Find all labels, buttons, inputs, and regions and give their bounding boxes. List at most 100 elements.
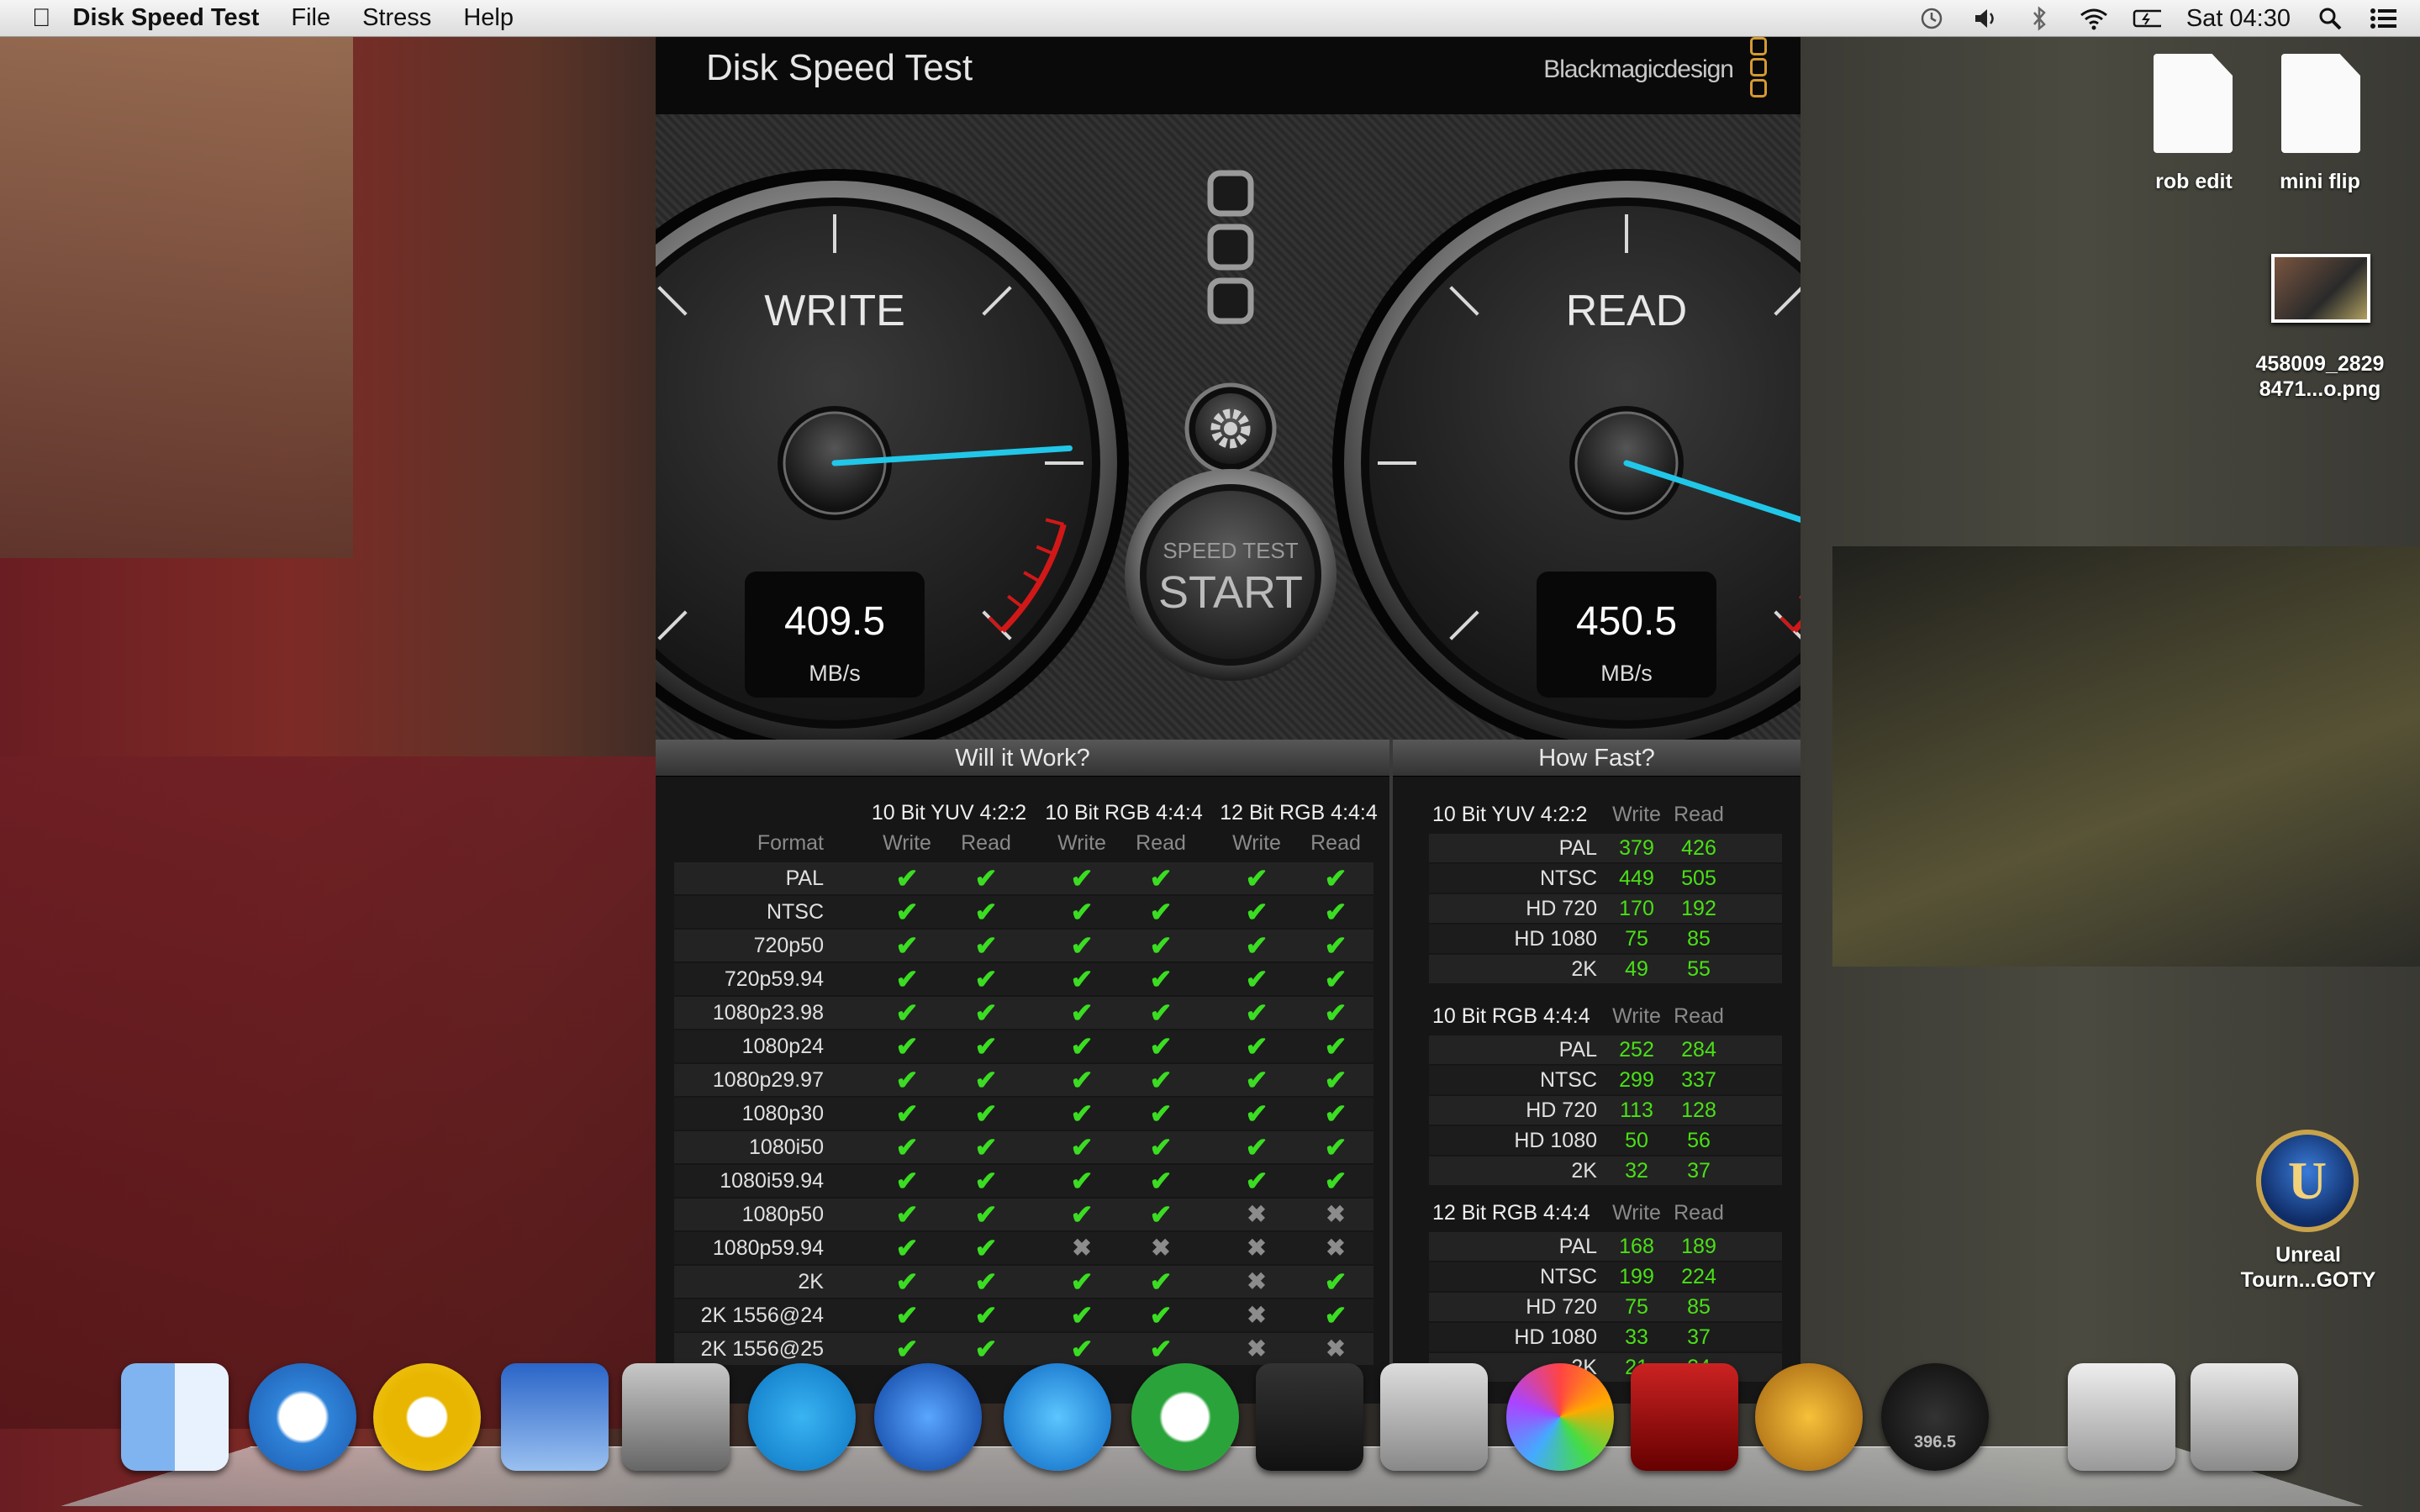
preview-grab-icon[interactable] [1380,1363,1488,1471]
photo-booth-icon[interactable] [1631,1363,1738,1471]
finder-icon[interactable] [121,1363,229,1471]
skype-icon[interactable] [748,1363,856,1471]
cross-icon: ✖ [1326,1201,1346,1227]
format-name: HD 720 [1526,1098,1597,1122]
section-title: 12 Bit RGB 4:4:4 [1432,1201,1590,1225]
check-icon: ✔ [1070,964,1094,994]
check-icon: ✔ [1245,1098,1268,1129]
write-speed: 33 [1625,1325,1648,1349]
desktop-icon-label[interactable]: Unreal Tourn...GOTY [2219,1242,2397,1293]
disk-speed-icon[interactable]: 396.5 [1881,1363,1989,1471]
final-cut-icon[interactable] [1256,1363,1363,1471]
image-file-icon[interactable] [2271,254,2370,323]
start-button-top-label[interactable]: SPEED TEST [1147,538,1315,564]
format-name: 1080p50 [741,1203,824,1226]
section-title: 10 Bit YUV 4:2:2 [1432,803,1588,826]
volume-icon[interactable] [1971,4,2000,33]
check-icon: ✔ [1324,897,1347,927]
check-icon: ✔ [1324,998,1347,1028]
motion-icon[interactable] [1506,1363,1614,1471]
gear-icon[interactable] [1184,382,1277,475]
check-icon: ✔ [974,964,998,994]
check-icon: ✔ [895,1233,919,1263]
check-icon: ✔ [1149,1031,1173,1062]
check-icon: ✔ [1070,1031,1094,1062]
check-icon: ✔ [895,1098,919,1129]
notification-center-icon[interactable] [2370,4,2398,33]
facetime-icon[interactable] [622,1363,730,1471]
cross-icon: ✖ [1151,1235,1171,1261]
bluetooth-icon[interactable] [2025,4,2054,33]
check-icon: ✔ [1245,1031,1268,1062]
read-speed: 426 [1681,836,1716,860]
check-icon: ✔ [1149,1267,1173,1297]
how-fast-header: How Fast? [1393,740,1801,777]
check-icon: ✔ [895,1132,919,1162]
menu-help[interactable]: Help [463,4,514,32]
brand-name: Blackmagicdesign [1543,55,1734,83]
apple-icon[interactable]:  [32,4,51,33]
panel-divider [1389,740,1393,1404]
check-icon: ✔ [974,1065,998,1095]
menu-stress[interactable]: Stress [362,4,431,32]
downloads-stack-icon[interactable] [2068,1363,2175,1471]
trash-icon[interactable] [2191,1363,2298,1471]
check-icon: ✔ [895,1267,919,1297]
format-name: PAL [1558,1235,1597,1258]
column-subheader: Read [961,831,1011,855]
document-icon[interactable] [2154,54,2233,153]
itunes-icon[interactable] [874,1363,982,1471]
menu-bar:  Disk Speed Test File Stress Help Sat 0… [0,0,2420,37]
write-unit: MB/s [809,661,861,686]
column-subheader: Read [1136,831,1186,855]
unreal-tournament-icon[interactable]: U [2256,1130,2359,1232]
time-machine-icon[interactable] [1917,4,1946,33]
app-store-icon[interactable] [1004,1363,1111,1471]
menu-clock[interactable]: Sat 04:30 [2186,5,2291,33]
drive-select-icon[interactable] [1207,170,1254,324]
format-name: PAL [785,867,824,890]
safari-icon[interactable] [249,1363,356,1471]
document-icon[interactable] [2281,54,2360,153]
preview-icon[interactable] [501,1363,609,1471]
cross-icon: ✖ [1247,1336,1267,1362]
column-subheader: Write [883,831,931,855]
window-title: Disk Speed Test [706,47,973,88]
read-speed: 128 [1681,1098,1716,1122]
check-icon: ✔ [1149,964,1173,994]
check-icon: ✔ [1245,1132,1268,1162]
check-icon: ✔ [1324,1031,1347,1062]
read-speed: 85 [1687,927,1711,951]
write-label: WRITE [764,287,905,335]
check-icon: ✔ [895,863,919,893]
format-name: 2K [1571,957,1597,981]
column-subheader: Read [1674,1201,1724,1225]
will-it-work-header: Will it Work? [656,740,1389,777]
results-tables: Will it Work? How Fast? 10 Bit YUV 4:2:2… [656,740,1801,1404]
check-icon: ✔ [1245,1065,1268,1095]
check-icon: ✔ [1149,998,1173,1028]
write-speed: 299 [1619,1068,1654,1092]
menu-app-name[interactable]: Disk Speed Test [73,4,260,32]
check-icon: ✔ [974,998,998,1028]
menu-file[interactable]: File [291,4,330,32]
wifi-icon[interactable] [2079,4,2107,33]
check-icon: ✔ [1070,1065,1094,1095]
cocktail-icon[interactable] [1755,1363,1863,1471]
spotlight-icon[interactable] [2316,4,2344,33]
read-speed: 55 [1687,957,1711,981]
format-name: NTSC [1539,867,1597,890]
format-name: 1080p23.98 [712,1001,824,1025]
utorrent-icon[interactable] [1131,1363,1239,1471]
desktop-icon-label[interactable]: 458009_2829 8471...o.png [2236,351,2404,402]
chrome-icon[interactable] [373,1363,481,1471]
cross-icon: ✖ [1326,1336,1346,1362]
check-icon: ✔ [1149,1065,1173,1095]
read-value: 450.5 [1575,599,1678,644]
check-icon: ✔ [1245,998,1268,1028]
dock-disk-speed-reading: 396.5 [1913,1432,1957,1451]
desktop-icon-label[interactable]: mini flip [2244,170,2396,194]
column-subheader: Write [1232,831,1281,855]
start-button-label[interactable]: START [1147,566,1315,619]
battery-icon[interactable] [2133,4,2161,33]
